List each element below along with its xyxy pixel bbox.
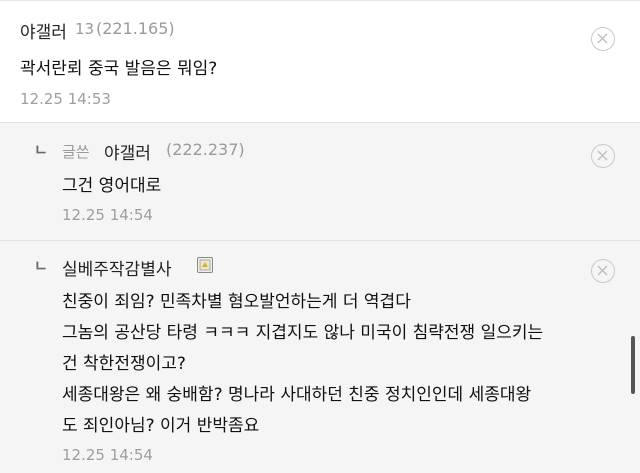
reply-arrow-icon: ㄴ: [34, 141, 48, 159]
comment-item: 야갤러 13 (221.165) 곽서란뢰 중국 발음은 뭐임? 12.25 1…: [0, 0, 640, 122]
comment-text-line: 친중이 죄임? 민족차별 혐오발언하는게 더 역겹다: [62, 292, 411, 312]
comment-time: 12.25 14:54: [62, 446, 153, 464]
comment-text-line: 건 착한전쟁이고?: [62, 354, 186, 374]
delete-comment-button[interactable]: [591, 27, 615, 51]
comment-text-line: 세종대왕은 왜 숭배함? 명나라 사대하던 친중 정치인인데 세종대왕: [62, 385, 532, 405]
delete-comment-button[interactable]: [591, 144, 615, 168]
comment-text-line: 그놈의 공산당 타령 ㅋㅋㅋ 지겹지도 않나 미국이 침략전쟁 일으키는: [62, 323, 544, 343]
scrollbar-thumb[interactable]: [631, 336, 635, 394]
close-icon: [597, 265, 608, 276]
reply-arrow-icon: ㄴ: [34, 257, 48, 275]
delete-comment-button[interactable]: [591, 259, 615, 283]
comment-time: 12.25 14:53: [20, 90, 111, 108]
manager-badge-icon: [197, 257, 213, 273]
comment-time: 12.25 14:54: [62, 206, 153, 224]
comment-ip: (221.165): [96, 19, 175, 38]
comment-text: 그건 영어대로: [62, 176, 162, 196]
comment-level: 13: [75, 20, 95, 38]
comment-nickname[interactable]: 야갤러: [20, 18, 67, 43]
reply-comment-item: ㄴ 글쓴 야갤러 (222.237) 그건 영어대로 12.25 14:54: [0, 122, 640, 240]
close-icon: [597, 150, 608, 161]
writer-tag: 글쓴: [62, 143, 90, 161]
comment-ip: (222.237): [166, 140, 245, 159]
reply-comment-item: ㄴ 실베주작감별사 친중이 죄임? 민족차별 혐오발언하는게 더 역겹다 그놈의…: [0, 240, 640, 473]
comment-nickname[interactable]: 야갤러: [104, 139, 151, 164]
comment-text: 곽서란뢰 중국 발음은 뭐임?: [20, 59, 218, 79]
comment-nickname[interactable]: 실베주작감별사: [62, 255, 171, 280]
comment-text-line: 도 죄인아님? 이거 반박좀요: [62, 416, 260, 436]
close-icon: [597, 33, 608, 44]
